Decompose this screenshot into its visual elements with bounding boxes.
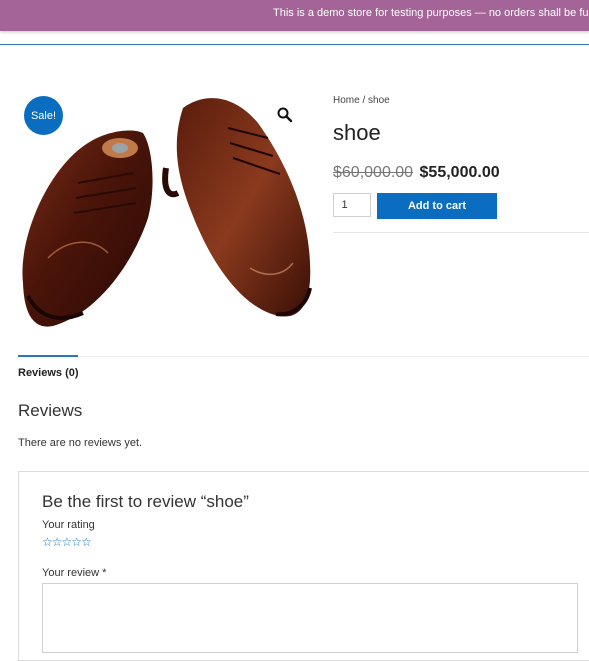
quantity-input[interactable]: [333, 193, 371, 217]
reviews-heading: Reviews: [18, 401, 83, 420]
breadcrumb-current: shoe: [368, 95, 390, 106]
sale-badge: Sale!: [24, 96, 63, 135]
star-rating-input[interactable]: ☆☆☆☆☆: [42, 535, 92, 549]
product-image[interactable]: [18, 88, 318, 336]
right-shoe: [162, 98, 312, 317]
tab-active-indicator: [18, 355, 78, 357]
tabs-divider: [18, 356, 589, 357]
store-notice-text: This is a demo store for testing purpose…: [273, 7, 589, 19]
breadcrumb-home-link[interactable]: Home: [333, 95, 360, 106]
price: $60,000.00 $55,000.00: [333, 164, 500, 182]
zoom-icon[interactable]: [276, 106, 294, 124]
tab-reviews[interactable]: Reviews (0): [18, 367, 79, 379]
add-to-cart-button[interactable]: Add to cart: [377, 193, 497, 219]
review-form-title: Be the first to review “shoe”: [42, 492, 249, 511]
no-reviews-text: There are no reviews yet.: [18, 437, 143, 449]
left-shoe: [22, 130, 153, 327]
breadcrumb-separator: /: [359, 95, 369, 106]
review-textarea[interactable]: [42, 583, 578, 653]
breadcrumb: Home / shoe: [333, 95, 390, 106]
rating-label: Your rating: [42, 519, 95, 531]
product-title: shoe: [333, 120, 381, 145]
header-divider: [0, 44, 589, 45]
sale-price: $55,000.00: [419, 164, 500, 181]
store-notice-banner: This is a demo store for testing purpose…: [0, 0, 589, 31]
regular-price: $60,000.00: [333, 164, 414, 181]
summary-divider: [333, 232, 589, 233]
review-label: Your review *: [42, 567, 107, 579]
